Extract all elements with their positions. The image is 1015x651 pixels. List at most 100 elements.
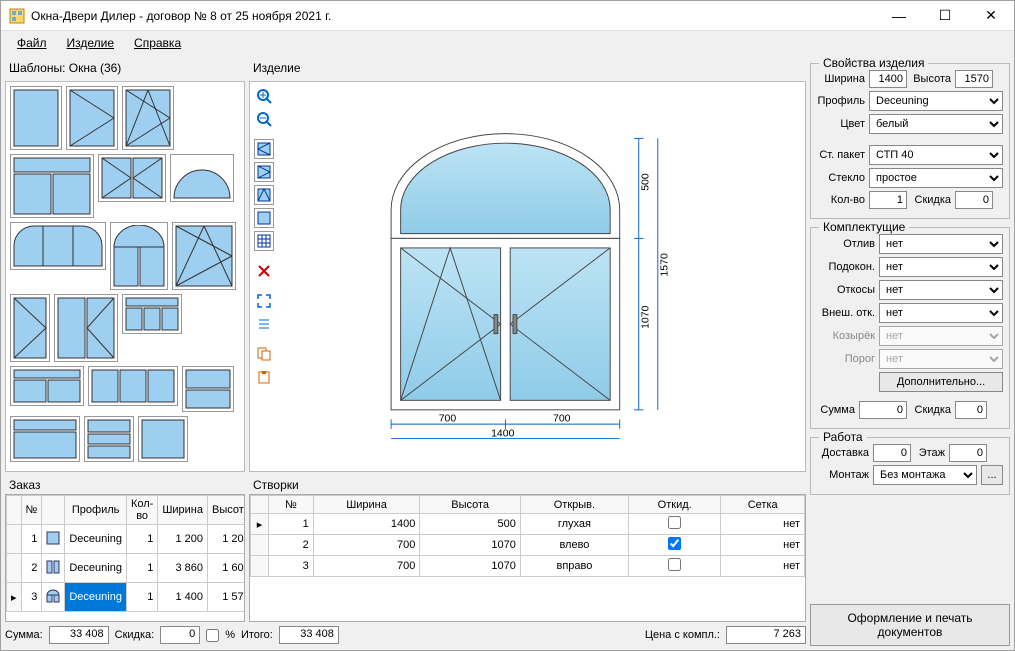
- zoom-out-icon[interactable]: [254, 109, 274, 129]
- install-more-button[interactable]: ...: [981, 465, 1003, 485]
- templates-scroll[interactable]: [6, 82, 244, 471]
- tool-tilt[interactable]: [254, 185, 274, 205]
- percent-checkbox[interactable]: [206, 629, 219, 642]
- tool-open-right[interactable]: [254, 162, 274, 182]
- app-window: Окна-Двери Дилер - договор № 8 от 25 ноя…: [0, 0, 1015, 651]
- col-n[interactable]: №: [21, 496, 42, 525]
- menu-help[interactable]: Справка: [126, 34, 189, 52]
- print-button[interactable]: Оформление и печать документов: [810, 604, 1010, 646]
- template-item[interactable]: [10, 222, 106, 270]
- drawing-canvas[interactable]: 500 1570 1070 700 700 1400: [286, 86, 801, 467]
- order-row[interactable]: 1 Deceuning 1 1 200 1 200 1,44 5 571: [7, 525, 246, 554]
- col-height[interactable]: Высота: [208, 496, 246, 525]
- template-item[interactable]: [122, 86, 174, 150]
- middle-column: Изделие: [249, 59, 806, 646]
- windowsill-select[interactable]: нет: [879, 257, 1003, 277]
- zoom-in-icon[interactable]: [254, 86, 274, 106]
- tool-fixed[interactable]: [254, 208, 274, 228]
- work-title: Работа: [819, 430, 867, 444]
- template-item[interactable]: [110, 222, 168, 290]
- template-item[interactable]: [10, 416, 80, 462]
- template-item[interactable]: [54, 294, 118, 362]
- install-select[interactable]: Без монтажа: [873, 465, 977, 485]
- height-input[interactable]: [955, 70, 993, 88]
- width-input[interactable]: [869, 70, 907, 88]
- qty-input[interactable]: [869, 191, 907, 209]
- order-table-wrap[interactable]: № Профиль Кол-во Ширина Высота кв. м Цен…: [5, 494, 245, 622]
- order-summary: Сумма: 33 408 Скидка: 0 % Итого: 33 408: [5, 622, 245, 646]
- col-profile[interactable]: Профиль: [65, 496, 127, 525]
- product-label: Изделие: [249, 59, 806, 77]
- dim-label: 500: [640, 173, 651, 191]
- delete-icon[interactable]: [254, 261, 274, 281]
- template-item[interactable]: [66, 86, 118, 150]
- template-item[interactable]: [10, 154, 94, 218]
- sum-label: Сумма:: [5, 629, 43, 641]
- tool-open-left[interactable]: [254, 139, 274, 159]
- titlebar: Окна-Двери Дилер - договор № 8 от 25 ноя…: [1, 1, 1014, 31]
- acc-group: Комплектущие Отливнет Подокон.нет Откосы…: [810, 227, 1010, 429]
- delivery-input[interactable]: [873, 444, 911, 462]
- expand-icon[interactable]: [254, 291, 274, 311]
- leaves-label: Створки: [249, 476, 806, 494]
- leaf-row[interactable]: ▸ 1 1400 500 глухая нет: [251, 514, 805, 535]
- template-item[interactable]: [98, 154, 166, 202]
- leaf-row[interactable]: 2 700 1070 влево нет: [251, 535, 805, 556]
- order-label: Заказ: [5, 476, 245, 494]
- maximize-button[interactable]: ☐: [922, 1, 968, 31]
- templates-grid: [10, 86, 240, 462]
- window-title: Окна-Двери Дилер - договор № 8 от 25 ноя…: [31, 9, 876, 23]
- visor-select: нет: [879, 326, 1003, 346]
- svg-text:1070: 1070: [640, 305, 651, 328]
- template-item[interactable]: [170, 154, 234, 202]
- sum-value: 33 408: [49, 626, 109, 644]
- svg-text:700: 700: [439, 413, 457, 424]
- leaf-row[interactable]: 3 700 1070 вправо нет: [251, 556, 805, 577]
- template-item[interactable]: [138, 416, 188, 462]
- reveals-select[interactable]: нет: [879, 280, 1003, 300]
- template-item[interactable]: [122, 294, 182, 334]
- order-row-selected[interactable]: ▸ 3 Deceuning 1 1 400 1 570 2,20 7 263: [7, 583, 246, 612]
- props-group: Свойства изделия Ширина Высота Профиль D…: [810, 63, 1010, 219]
- color-select[interactable]: белый: [869, 114, 1003, 134]
- prop-discount-input[interactable]: [955, 191, 993, 209]
- ext-reveals-select[interactable]: нет: [879, 303, 1003, 323]
- window-icon: [46, 531, 60, 545]
- copy-icon[interactable]: [254, 344, 274, 364]
- paste-icon[interactable]: [254, 367, 274, 387]
- tool-grid[interactable]: [254, 231, 274, 251]
- glass-select[interactable]: простое: [869, 168, 1003, 188]
- more-button[interactable]: Дополнительно...: [879, 372, 1003, 392]
- floor-input[interactable]: [949, 444, 987, 462]
- col-width[interactable]: Ширина: [158, 496, 208, 525]
- template-item[interactable]: [88, 366, 178, 406]
- window-icon: [46, 589, 60, 603]
- template-item[interactable]: [10, 86, 62, 150]
- props-title: Свойства изделия: [819, 56, 928, 70]
- leaves-table: № Ширина Высота Открыв. Откид. Сетка ▸ 1…: [250, 495, 805, 577]
- close-button[interactable]: ✕: [968, 1, 1014, 31]
- app-icon: [9, 8, 25, 24]
- acc-discount[interactable]: [955, 401, 987, 419]
- profile-select[interactable]: Deceuning: [869, 91, 1003, 111]
- template-item[interactable]: [84, 416, 134, 462]
- template-item[interactable]: [172, 222, 236, 290]
- col-qty[interactable]: Кол-во: [126, 496, 157, 525]
- tilt-checkbox[interactable]: [668, 558, 681, 571]
- list-icon[interactable]: [254, 314, 274, 334]
- menu-product[interactable]: Изделие: [59, 34, 123, 52]
- menu-file[interactable]: Файл: [9, 34, 55, 52]
- sill-select[interactable]: нет: [879, 234, 1003, 254]
- minimize-button[interactable]: —: [876, 1, 922, 31]
- window-icon: [46, 560, 60, 574]
- template-item[interactable]: [10, 366, 84, 406]
- acc-sum: [859, 401, 907, 419]
- tilt-checkbox[interactable]: [668, 516, 681, 529]
- template-item[interactable]: [182, 366, 234, 412]
- order-row[interactable]: 2 Deceuning 1 3 860 1 600 6,18 20 574: [7, 554, 246, 583]
- glazing-select[interactable]: СТП 40: [869, 145, 1003, 165]
- leaves-table-wrap[interactable]: № Ширина Высота Открыв. Откид. Сетка ▸ 1…: [249, 494, 806, 622]
- window-controls: — ☐ ✕: [876, 1, 1014, 31]
- tilt-checkbox[interactable]: [668, 537, 681, 550]
- template-item[interactable]: [10, 294, 50, 362]
